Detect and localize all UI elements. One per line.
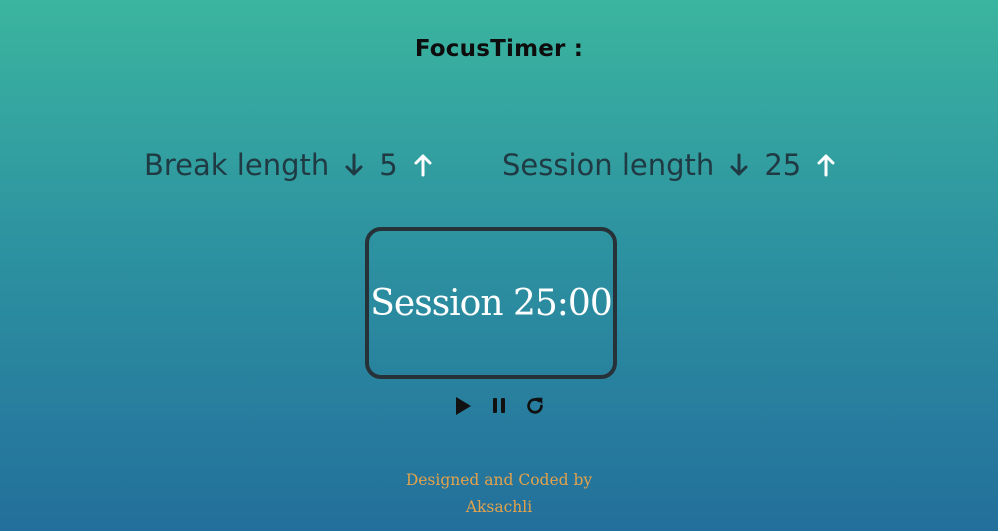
timer-controls	[0, 394, 998, 418]
footer-credit: Designed and Coded by Aksachli	[0, 467, 998, 521]
refresh-icon	[527, 397, 543, 414]
play-button[interactable]	[452, 394, 474, 418]
app-title: FocusTimer :	[414, 36, 584, 62]
break-length-value: 5	[379, 148, 398, 182]
arrow-up-icon	[414, 154, 432, 177]
arrow-up-icon	[817, 154, 835, 177]
arrow-down-icon	[345, 153, 363, 176]
arrow-down-icon	[730, 153, 748, 176]
timer-text: Session 25:00	[370, 282, 612, 324]
break-length-control: Break length 5	[144, 148, 434, 182]
session-length-label: Session length	[502, 148, 715, 182]
footer-author: Aksachli	[465, 498, 533, 516]
session-decrement-button[interactable]	[728, 150, 750, 180]
timer-display: Session 25:00	[365, 227, 617, 379]
break-length-label: Break length	[144, 148, 330, 182]
session-increment-button[interactable]	[815, 150, 837, 180]
footer-line-1: Designed and Coded by	[405, 471, 593, 489]
reset-button[interactable]	[524, 394, 546, 418]
length-controls: Break length 5 Session length 25	[0, 148, 998, 194]
session-length-value: 25	[764, 148, 802, 182]
play-icon	[456, 397, 471, 415]
pause-icon	[493, 398, 505, 413]
pause-button[interactable]	[488, 394, 510, 418]
session-length-control: Session length 25	[502, 148, 837, 182]
break-increment-button[interactable]	[412, 150, 434, 180]
break-decrement-button[interactable]	[343, 150, 365, 180]
